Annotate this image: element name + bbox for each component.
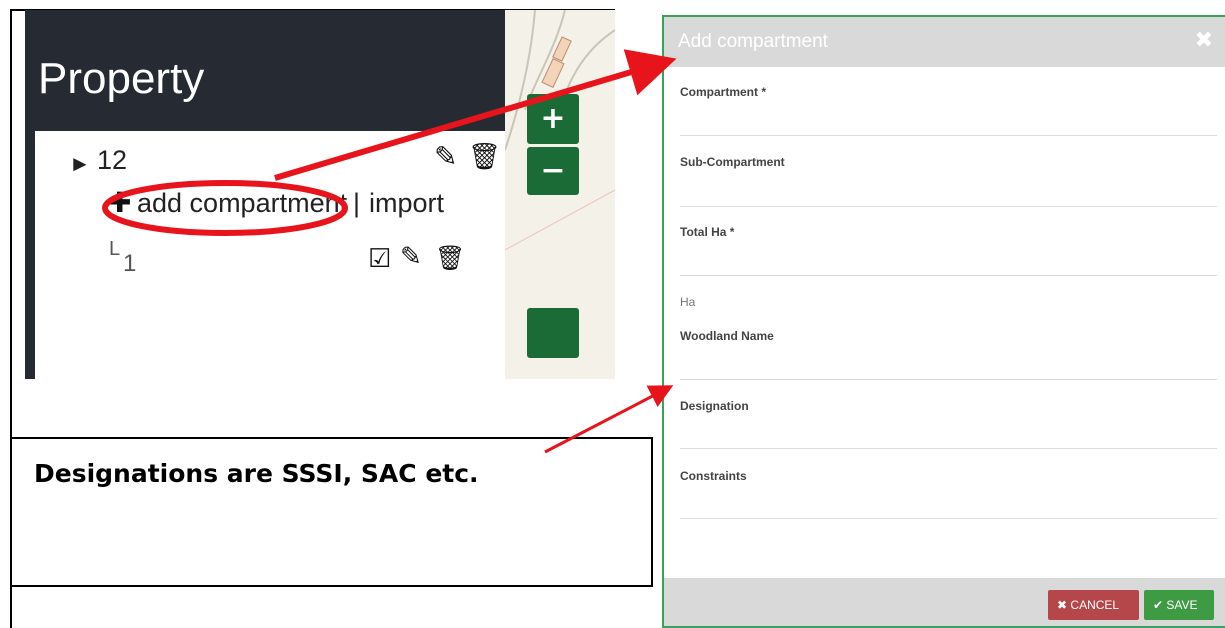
arrow-to-dialog — [274, 49, 677, 181]
highlight-ellipse — [102, 180, 348, 236]
arrow-to-designation — [544, 385, 674, 454]
annotation-overlay — [102, 49, 677, 454]
